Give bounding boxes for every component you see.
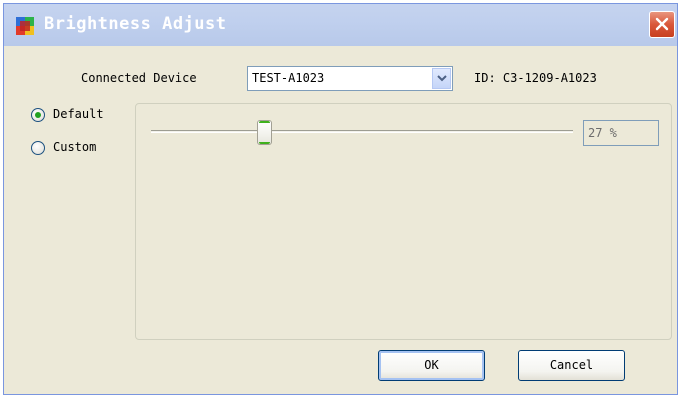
close-icon bbox=[655, 17, 669, 31]
device-select[interactable]: TEST-A1023 bbox=[247, 66, 453, 91]
cancel-button[interactable]: Cancel bbox=[518, 350, 625, 381]
brightness-slider-track[interactable] bbox=[151, 130, 573, 133]
device-select-value: TEST-A1023 bbox=[252, 71, 325, 85]
default-radio-label[interactable]: Default bbox=[53, 107, 104, 121]
custom-radio[interactable] bbox=[31, 141, 45, 155]
device-select-dropdown-button[interactable] bbox=[432, 68, 451, 89]
brightness-value-text: 27 % bbox=[588, 126, 617, 140]
brightness-dialog: Brightness Adjust Connected Device TEST-… bbox=[3, 3, 678, 395]
device-id-text: ID: C3-1209-A1023 bbox=[474, 71, 597, 85]
title-bar[interactable]: Brightness Adjust bbox=[4, 4, 677, 46]
window-title: Brightness Adjust bbox=[44, 14, 227, 34]
brightness-value-field: 27 % bbox=[583, 120, 659, 146]
close-button[interactable] bbox=[649, 11, 675, 38]
connected-device-label: Connected Device bbox=[81, 71, 197, 85]
default-radio[interactable] bbox=[31, 108, 45, 122]
ok-button[interactable]: OK bbox=[378, 350, 485, 381]
brightness-app-icon bbox=[16, 17, 34, 35]
brightness-slider-thumb[interactable] bbox=[257, 120, 272, 145]
custom-radio-label[interactable]: Custom bbox=[53, 140, 96, 154]
radio-selected-dot bbox=[35, 112, 41, 118]
chevron-down-icon bbox=[437, 75, 447, 82]
